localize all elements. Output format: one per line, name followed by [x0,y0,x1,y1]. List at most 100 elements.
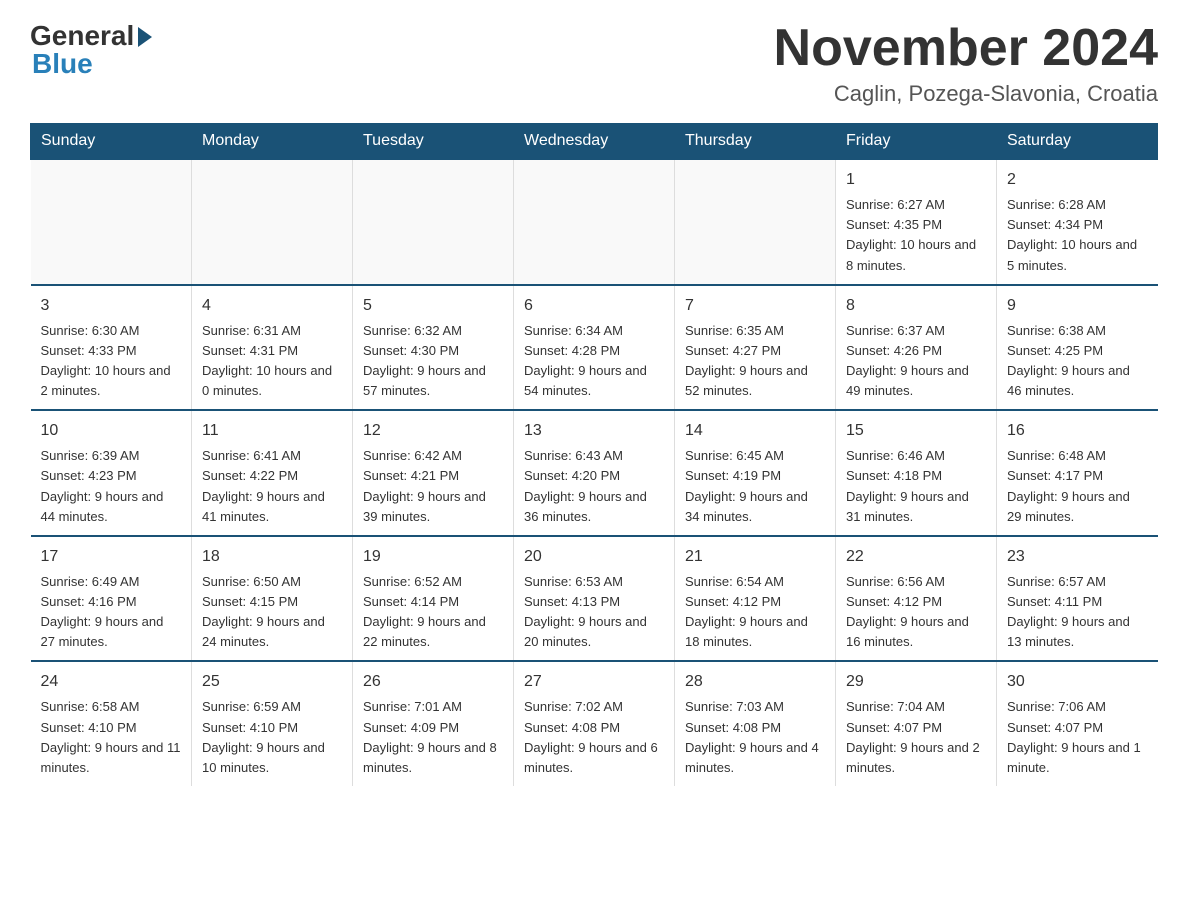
day-number: 24 [41,670,182,694]
calendar-week-row: 3Sunrise: 6:30 AMSunset: 4:33 PMDaylight… [31,285,1158,411]
day-info: Sunrise: 6:54 AMSunset: 4:12 PMDaylight:… [685,572,825,653]
calendar-cell [31,159,192,285]
day-number: 6 [524,294,664,318]
calendar-cell: 19 Sunrise: 6:52 AMSunset: 4:14 PMDayligh… [353,536,514,662]
calendar-cell: 20 Sunrise: 6:53 AMSunset: 4:13 PMDayligh… [514,536,675,662]
calendar-cell [192,159,353,285]
day-info: Sunrise: 6:45 AMSunset: 4:19 PMDaylight:… [685,446,825,527]
day-number: 29 [846,670,986,694]
day-number: 8 [846,294,986,318]
day-number: 23 [1007,545,1148,569]
day-number: 11 [202,419,342,443]
day-number: 28 [685,670,825,694]
day-info: Sunrise: 6:42 AMSunset: 4:21 PMDaylight:… [363,446,503,527]
day-info: Sunrise: 6:49 AMSunset: 4:16 PMDaylight:… [41,572,182,653]
calendar-cell [514,159,675,285]
day-info: Sunrise: 7:06 AMSunset: 4:07 PMDaylight:… [1007,697,1148,778]
calendar-cell: 8 Sunrise: 6:37 AMSunset: 4:26 PMDaylight… [836,285,997,411]
day-number: 13 [524,419,664,443]
day-info: Sunrise: 7:04 AMSunset: 4:07 PMDaylight:… [846,697,986,778]
day-number: 27 [524,670,664,694]
logo: General Blue [30,20,152,80]
page-header: General Blue November 2024 Caglin, Pozeg… [30,20,1158,107]
location-title: Caglin, Pozega-Slavonia, Croatia [774,81,1158,107]
day-number: 20 [524,545,664,569]
calendar-header-row: SundayMondayTuesdayWednesdayThursdayFrid… [31,124,1158,160]
weekday-header-friday: Friday [836,124,997,160]
day-number: 22 [846,545,986,569]
day-number: 4 [202,294,342,318]
day-number: 30 [1007,670,1148,694]
day-number: 5 [363,294,503,318]
month-title: November 2024 [774,20,1158,77]
calendar-week-row: 10Sunrise: 6:39 AMSunset: 4:23 PMDayligh… [31,410,1158,536]
calendar-cell: 5 Sunrise: 6:32 AMSunset: 4:30 PMDaylight… [353,285,514,411]
logo-blue-text: Blue [32,48,93,80]
day-info: Sunrise: 6:59 AMSunset: 4:10 PMDaylight:… [202,697,342,778]
weekday-header-tuesday: Tuesday [353,124,514,160]
calendar-cell [353,159,514,285]
weekday-header-saturday: Saturday [997,124,1158,160]
calendar-cell: 24 Sunrise: 6:58 AMSunset: 4:10 PMDayligh… [31,661,192,786]
day-number: 21 [685,545,825,569]
logo-arrow-icon [138,27,152,47]
title-area: November 2024 Caglin, Pozega-Slavonia, C… [774,20,1158,107]
calendar-week-row: 17 Sunrise: 6:49 AMSunset: 4:16 PMDayligh… [31,536,1158,662]
day-number: 2 [1007,168,1148,192]
calendar-cell: 28 Sunrise: 7:03 AMSunset: 4:08 PMDayligh… [675,661,836,786]
calendar-cell: 25 Sunrise: 6:59 AMSunset: 4:10 PMDayligh… [192,661,353,786]
day-info: Sunrise: 6:46 AMSunset: 4:18 PMDaylight:… [846,446,986,527]
day-info: Sunrise: 6:34 AMSunset: 4:28 PMDaylight:… [524,321,664,402]
day-number: 17 [41,545,182,569]
calendar-cell: 15 Sunrise: 6:46 AMSunset: 4:18 PMDayligh… [836,410,997,536]
calendar-cell [675,159,836,285]
day-number: 19 [363,545,503,569]
day-info: Sunrise: 6:35 AMSunset: 4:27 PMDaylight:… [685,321,825,402]
day-number: 16 [1007,419,1148,443]
day-info: Sunrise: 6:53 AMSunset: 4:13 PMDaylight:… [524,572,664,653]
day-info: Sunrise: 6:48 AMSunset: 4:17 PMDaylight:… [1007,446,1148,527]
day-number: 25 [202,670,342,694]
calendar-cell: 30 Sunrise: 7:06 AMSunset: 4:07 PMDayligh… [997,661,1158,786]
day-number: 7 [685,294,825,318]
calendar-cell: 12 Sunrise: 6:42 AMSunset: 4:21 PMDayligh… [353,410,514,536]
calendar-cell: 23Sunrise: 6:57 AMSunset: 4:11 PMDayligh… [997,536,1158,662]
day-info: Sunrise: 6:52 AMSunset: 4:14 PMDaylight:… [363,572,503,653]
day-number: 14 [685,419,825,443]
day-info: Sunrise: 6:58 AMSunset: 4:10 PMDaylight:… [41,697,182,778]
calendar-cell: 1 Sunrise: 6:27 AMSunset: 4:35 PMDaylight… [836,159,997,285]
calendar-cell: 26 Sunrise: 7:01 AMSunset: 4:09 PMDayligh… [353,661,514,786]
calendar-cell: 22 Sunrise: 6:56 AMSunset: 4:12 PMDayligh… [836,536,997,662]
weekday-header-wednesday: Wednesday [514,124,675,160]
day-info: Sunrise: 7:01 AMSunset: 4:09 PMDaylight:… [363,697,503,778]
day-number: 12 [363,419,503,443]
weekday-header-sunday: Sunday [31,124,192,160]
day-number: 9 [1007,294,1148,318]
day-number: 10 [41,419,182,443]
day-info: Sunrise: 6:50 AMSunset: 4:15 PMDaylight:… [202,572,342,653]
weekday-header-monday: Monday [192,124,353,160]
day-info: Sunrise: 6:32 AMSunset: 4:30 PMDaylight:… [363,321,503,402]
day-info: Sunrise: 6:56 AMSunset: 4:12 PMDaylight:… [846,572,986,653]
day-info: Sunrise: 7:03 AMSunset: 4:08 PMDaylight:… [685,697,825,778]
calendar-cell: 3Sunrise: 6:30 AMSunset: 4:33 PMDaylight… [31,285,192,411]
day-number: 26 [363,670,503,694]
calendar-cell: 16 Sunrise: 6:48 AMSunset: 4:17 PMDayligh… [997,410,1158,536]
calendar-cell: 29 Sunrise: 7:04 AMSunset: 4:07 PMDayligh… [836,661,997,786]
calendar-cell: 27Sunrise: 7:02 AMSunset: 4:08 PMDayligh… [514,661,675,786]
day-number: 3 [41,294,182,318]
day-number: 1 [846,168,986,192]
calendar-cell: 21 Sunrise: 6:54 AMSunset: 4:12 PMDayligh… [675,536,836,662]
day-info: Sunrise: 6:28 AMSunset: 4:34 PMDaylight:… [1007,195,1148,276]
calendar-table: SundayMondayTuesdayWednesdayThursdayFrid… [30,123,1158,786]
weekday-header-thursday: Thursday [675,124,836,160]
calendar-week-row: 1 Sunrise: 6:27 AMSunset: 4:35 PMDaylight… [31,159,1158,285]
day-number: 15 [846,419,986,443]
day-info: Sunrise: 6:37 AMSunset: 4:26 PMDaylight:… [846,321,986,402]
day-info: Sunrise: 6:27 AMSunset: 4:35 PMDaylight:… [846,195,986,276]
calendar-cell: 13Sunrise: 6:43 AMSunset: 4:20 PMDayligh… [514,410,675,536]
calendar-cell: 4 Sunrise: 6:31 AMSunset: 4:31 PMDaylight… [192,285,353,411]
calendar-week-row: 24 Sunrise: 6:58 AMSunset: 4:10 PMDayligh… [31,661,1158,786]
calendar-cell: 14 Sunrise: 6:45 AMSunset: 4:19 PMDayligh… [675,410,836,536]
day-info: Sunrise: 6:31 AMSunset: 4:31 PMDaylight:… [202,321,342,402]
